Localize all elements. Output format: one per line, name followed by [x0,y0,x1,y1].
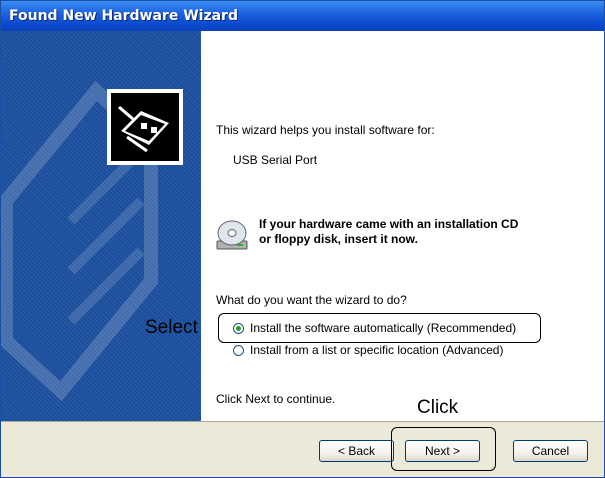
continue-text: Click Next to continue. [216,392,336,406]
cd-instruction-line1: If your hardware came with an installati… [259,217,519,231]
device-name: USB Serial Port [233,153,318,167]
question-text: What do you want the wizard to do? [216,293,407,307]
cd-instruction-line2: or floppy disk, insert it now. [259,232,418,246]
title-bar[interactable]: Found New Hardware Wizard [1,1,604,31]
cd-drive-icon [216,220,248,250]
radio-button-unchecked[interactable] [233,344,244,356]
back-button[interactable]: < Back [319,440,394,462]
radio-install-advanced[interactable]: Install from a list or specific location… [233,342,503,358]
intro-text: This wizard helps you install software f… [216,123,435,137]
window-title: Found New Hardware Wizard [9,8,238,24]
select-callout-label: Select [145,317,198,338]
cancel-button[interactable]: Cancel [513,440,588,462]
cd-instruction: If your hardware came with an installati… [259,217,518,247]
click-callout-label: Click [417,397,459,418]
hardware-icon [107,89,183,165]
radio-label-advanced: Install from a list or specific location… [250,343,504,357]
button-bar: < Back Next > Cancel [1,421,604,477]
click-callout-box [391,427,496,471]
select-callout-box [218,313,541,343]
wizard-window: Found New Hardware Wizard This wizard he… [0,0,605,478]
wizard-banner [1,31,201,421]
wizard-content: This wizard helps you install software f… [201,31,604,421]
